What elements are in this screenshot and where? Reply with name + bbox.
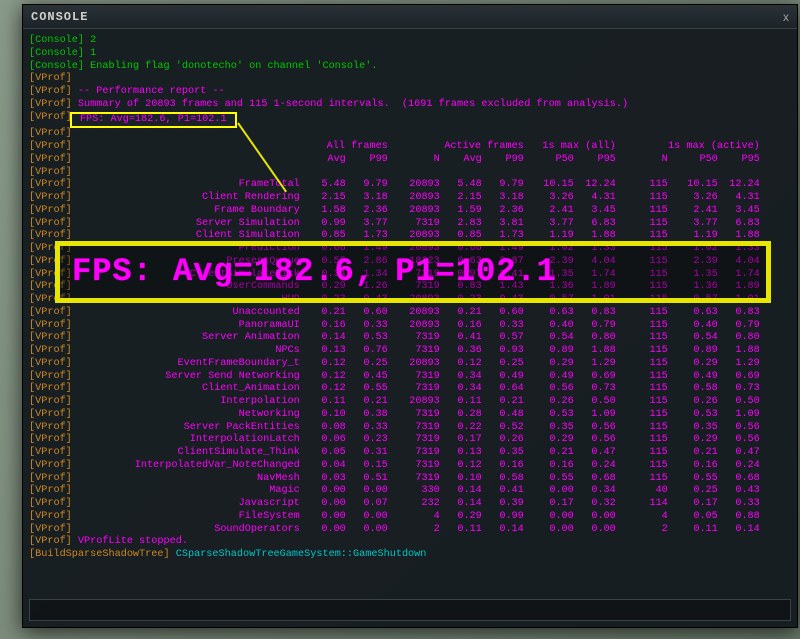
close-icon[interactable]: x: [783, 10, 789, 24]
table-row: [VProf]Networking0.100.3873190.280.480.5…: [29, 409, 791, 422]
hg-cells: All framesActive frames1s max (all)1s ma…: [304, 141, 760, 154]
table-row: [VProf]Server PackEntities0.080.3373190.…: [29, 422, 791, 435]
table-row: [VProf]Interpolation0.110.21208930.110.2…: [29, 396, 791, 409]
stopped-line: [VProf] VProfLite stopped.: [29, 536, 791, 549]
table-row: [VProf]NavMesh0.030.5173190.100.580.550.…: [29, 473, 791, 486]
console-window: CONSOLE x [Console] 2[Console] 1[Console…: [22, 4, 798, 628]
table-row: [VProf]PanoramaUI0.160.33208930.160.330.…: [29, 320, 791, 333]
table-row: [VProf]Javascript0.000.072320.140.390.17…: [29, 498, 791, 511]
table-row: [VProf]NPCs0.130.7673190.360.930.891.881…: [29, 345, 791, 358]
table-row: [VProf]Server Animation0.140.5373190.410…: [29, 332, 791, 345]
fps-boxed: FPS: Avg=182.6, P1=102.1: [70, 112, 237, 129]
table-row: [VProf]FileSystem0.000.0040.290.990.000.…: [29, 511, 791, 524]
header-row1: [VProf]All framesActive frames1s max (al…: [29, 141, 791, 154]
table-row: [VProf]ClientSimulate_Think0.050.3173190…: [29, 447, 791, 460]
table-row: [VProf]FrameTotal5.489.79208935.489.7910…: [29, 179, 791, 192]
bottom-line: [BuildSparseShadowTree] CSparseShadowTre…: [29, 549, 791, 562]
table-row: [VProf]Client_Animation0.120.5573190.340…: [29, 383, 791, 396]
fps-line: [VProf] FPS: Avg=182.6, P1=102.1: [29, 112, 791, 129]
input-bar[interactable]: [29, 599, 791, 621]
console-line: [Console] 1: [29, 48, 791, 61]
table-row: [VProf]InterpolationLatch0.060.2373190.1…: [29, 434, 791, 447]
table-row: [VProf]EventFrameBoundary_t0.120.2520893…: [29, 358, 791, 371]
titlebar[interactable]: CONSOLE x: [23, 5, 797, 29]
blank-vprof: [VProf]: [29, 128, 791, 141]
console-line: [Console] Enabling flag 'donotecho' on c…: [29, 61, 791, 74]
blank-vprof-2: [VProf]: [29, 167, 791, 180]
hc-cells: AvgP99NAvgP99P50P95NP50P95: [304, 154, 760, 167]
table-row: [VProf]Unaccounted0.210.60208930.210.600…: [29, 307, 791, 320]
table-row: [VProf]Server Simulation0.993.7773192.83…: [29, 218, 791, 231]
header-row2: [VProf]AvgP99NAvgP99P50P95NP50P95: [29, 154, 791, 167]
table-row: [VProf]InterpolatedVar_NoteChanged0.040.…: [29, 460, 791, 473]
intro-lines: [Console] 2[Console] 1[Console] Enabling…: [29, 35, 791, 112]
fps-highlight-box: FPS: Avg=182.6, P1=102.1: [55, 241, 771, 303]
console-line: [Console] 2: [29, 35, 791, 48]
table-row: [VProf]Magic0.000.003300.140.410.000.344…: [29, 485, 791, 498]
console-line: [VProf]: [29, 73, 791, 86]
window-title: CONSOLE: [31, 10, 88, 24]
console-line: [VProf] Summary of 20893 frames and 115 …: [29, 99, 791, 112]
fps-highlight-text: FPS: Avg=182.6, P1=102.1: [72, 252, 557, 292]
console-content[interactable]: [Console] 2[Console] 1[Console] Enabling…: [23, 29, 797, 627]
data-rows: [VProf]FrameTotal5.489.79208935.489.7910…: [29, 179, 791, 536]
table-row: [VProf]Client Rendering2.153.18208932.15…: [29, 192, 791, 205]
console-line: [VProf] -- Performance report --: [29, 86, 791, 99]
table-row: [VProf]Server Send Networking0.120.45731…: [29, 371, 791, 384]
table-row: [VProf]Frame Boundary1.582.36208931.592.…: [29, 205, 791, 218]
table-row: [VProf]SoundOperators0.000.0020.110.140.…: [29, 524, 791, 537]
